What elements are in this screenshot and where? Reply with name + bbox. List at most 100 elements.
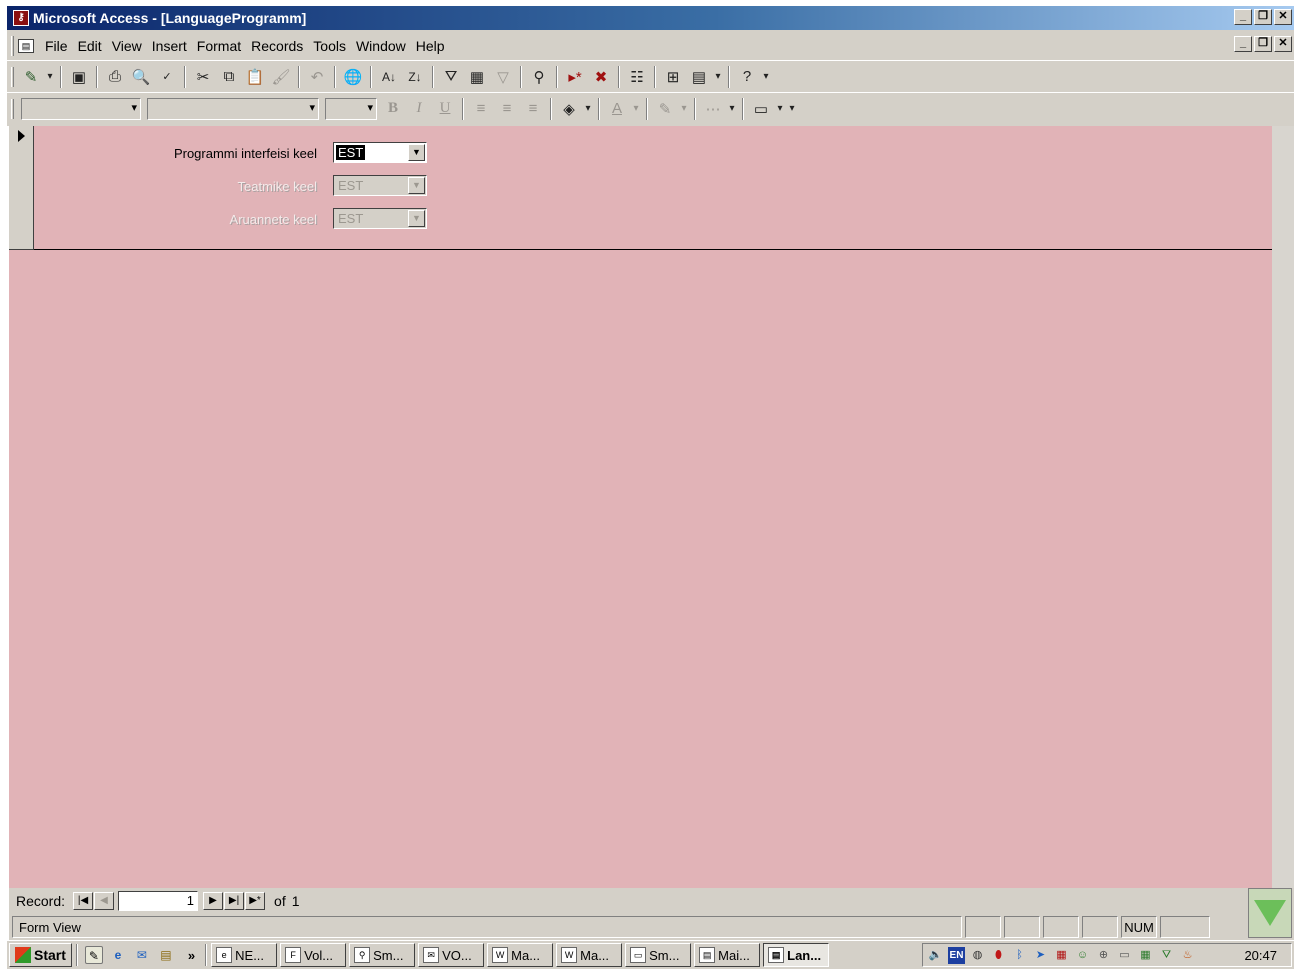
clock[interactable]: 20:47 [1244, 948, 1277, 963]
next-record-button[interactable]: ▶ [203, 892, 224, 910]
calendar-tray-icon[interactable]: ▦ [1137, 947, 1154, 964]
align-right-icon[interactable]: ≡ [521, 97, 545, 121]
form-window-icon[interactable]: ▤ [18, 39, 34, 53]
bold-icon[interactable]: B [381, 97, 405, 121]
toolbar-options-icon[interactable]: ▾ [787, 97, 797, 121]
copy-icon[interactable]: ⧉ [217, 65, 241, 89]
taskbar-button[interactable]: ✉ VO... [418, 943, 485, 967]
filter-by-selection-icon[interactable]: ⛛ [439, 65, 463, 89]
speaker-icon[interactable]: 🔈 [927, 947, 944, 964]
print-preview-icon[interactable]: 🔍 [129, 65, 153, 89]
dropdown-arrow-icon[interactable]: ▾ [679, 97, 689, 121]
taskbar-button[interactable]: e NE... [211, 943, 278, 967]
taskbar-button[interactable]: ▭ Sm... [625, 943, 692, 967]
chart-tray-icon[interactable]: ▦ [1053, 947, 1070, 964]
menu-format[interactable]: Format [192, 38, 246, 54]
database-window-icon[interactable]: ⊞ [661, 65, 685, 89]
menu-view[interactable]: View [107, 38, 147, 54]
last-record-button[interactable]: ▶| [224, 892, 245, 910]
interface-language-combobox[interactable]: EST ▼ [333, 142, 427, 163]
italic-icon[interactable]: I [407, 97, 431, 121]
restore-button[interactable]: ❐ [1254, 9, 1272, 25]
object-selector[interactable] [21, 97, 141, 120]
font-name-selector[interactable] [147, 97, 319, 120]
taskbar-button-active[interactable]: ▤ Lan... [763, 943, 830, 967]
new-record-button[interactable]: ▶* [245, 892, 266, 910]
line-color-icon[interactable]: ✎ [653, 97, 677, 121]
first-record-button[interactable]: |◀ [73, 892, 94, 910]
find-icon[interactable]: ⚲ [527, 65, 551, 89]
monitor-tray-icon[interactable]: ▭ [1116, 947, 1133, 964]
filter-tray-icon[interactable]: ⛛ [1158, 947, 1175, 964]
new-object-icon[interactable]: ▤ [687, 65, 711, 89]
java-icon[interactable]: ♨ [1179, 947, 1196, 964]
taskbar-button[interactable]: W Ma... [487, 943, 554, 967]
toolbar-grip[interactable] [11, 98, 14, 119]
network-icon[interactable]: ◍ [969, 947, 986, 964]
doc-minimize-button[interactable]: _ [1234, 36, 1252, 52]
bluetooth-icon[interactable]: ᛒ [1011, 947, 1028, 964]
underline-icon[interactable]: U [433, 97, 457, 121]
hyperlink-icon[interactable]: 🌐 [341, 65, 365, 89]
print-icon[interactable]: ⎙ [103, 65, 127, 89]
filter-by-form-icon[interactable]: ▦ [465, 65, 489, 89]
cut-icon[interactable]: ✂ [191, 65, 215, 89]
taskbar-button[interactable]: W Ma... [556, 943, 623, 967]
menu-edit[interactable]: Edit [73, 38, 107, 54]
undo-icon[interactable]: ↶ [305, 65, 329, 89]
toolbar-options-icon[interactable]: ▾ [761, 65, 771, 89]
taskbar-button[interactable]: ⚲ Sm... [349, 943, 416, 967]
fill-color-icon[interactable]: ◈ [557, 97, 581, 121]
properties-icon[interactable]: ☷ [625, 65, 649, 89]
menu-insert[interactable]: Insert [147, 38, 192, 54]
chevron-down-icon[interactable]: ▼ [408, 144, 425, 161]
globe-tray-icon[interactable]: ⊕ [1095, 947, 1112, 964]
format-painter-icon[interactable]: 🖌 [269, 65, 293, 89]
menu-help[interactable]: Help [411, 38, 450, 54]
view-design-icon[interactable]: ✎ [19, 65, 43, 89]
sort-descending-icon[interactable]: Z↓ [403, 65, 427, 89]
apply-filter-icon[interactable]: ▽ [491, 65, 515, 89]
line-width-icon[interactable]: ⋯ [701, 97, 725, 121]
taskbar-button[interactable]: ▤ Mai... [694, 943, 761, 967]
users-tray-icon[interactable]: ☺ [1074, 947, 1091, 964]
quicklaunch-chevron[interactable]: » [188, 948, 195, 963]
menu-grip[interactable] [11, 36, 14, 56]
menu-tools[interactable]: Tools [308, 38, 351, 54]
notepad-icon[interactable]: ✎ [84, 946, 103, 964]
font-color-icon[interactable]: A [605, 97, 629, 121]
dropdown-arrow-icon[interactable]: ▾ [583, 97, 593, 121]
align-left-icon[interactable]: ≡ [469, 97, 493, 121]
paste-icon[interactable]: 📋 [243, 65, 267, 89]
start-button[interactable]: Start [9, 943, 72, 967]
help-icon[interactable]: ? [735, 65, 759, 89]
close-button[interactable]: ✕ [1274, 9, 1292, 25]
save-icon[interactable]: ▣ [67, 65, 91, 89]
dropdown-arrow-icon[interactable]: ▾ [727, 97, 737, 121]
new-record-icon[interactable]: ▸* [563, 65, 587, 89]
language-indicator[interactable]: EN [948, 946, 965, 964]
align-center-icon[interactable]: ≡ [495, 97, 519, 121]
doc-restore-button[interactable]: ❐ [1254, 36, 1272, 52]
font-size-selector[interactable] [325, 97, 377, 120]
menu-file[interactable]: File [40, 38, 73, 54]
record-selector[interactable] [9, 126, 34, 250]
dropdown-arrow-icon[interactable]: ▾ [45, 65, 55, 89]
dropdown-arrow-icon[interactable]: ▾ [631, 97, 641, 121]
menu-records[interactable]: Records [246, 38, 308, 54]
toolbar-grip[interactable] [11, 66, 14, 87]
taskbar-button[interactable]: F Vol... [280, 943, 347, 967]
dropdown-arrow-icon[interactable]: ▾ [775, 97, 785, 121]
record-number-input[interactable]: 1 [118, 891, 199, 911]
menu-window[interactable]: Window [351, 38, 411, 54]
minimize-button[interactable]: _ [1234, 9, 1252, 25]
arrow-tray-icon[interactable]: ➤ [1032, 947, 1049, 964]
previous-record-button[interactable]: ◀ [94, 892, 115, 910]
outlook-icon[interactable]: ✉ [133, 946, 151, 964]
dropdown-arrow-icon[interactable]: ▾ [713, 65, 723, 89]
antivirus-icon[interactable]: ⬮ [990, 947, 1007, 964]
spelling-icon[interactable]: ✓ [155, 65, 179, 89]
special-effect-icon[interactable]: ▭ [749, 97, 773, 121]
doc-close-button[interactable]: ✕ [1274, 36, 1292, 52]
sort-ascending-icon[interactable]: A↓ [377, 65, 401, 89]
